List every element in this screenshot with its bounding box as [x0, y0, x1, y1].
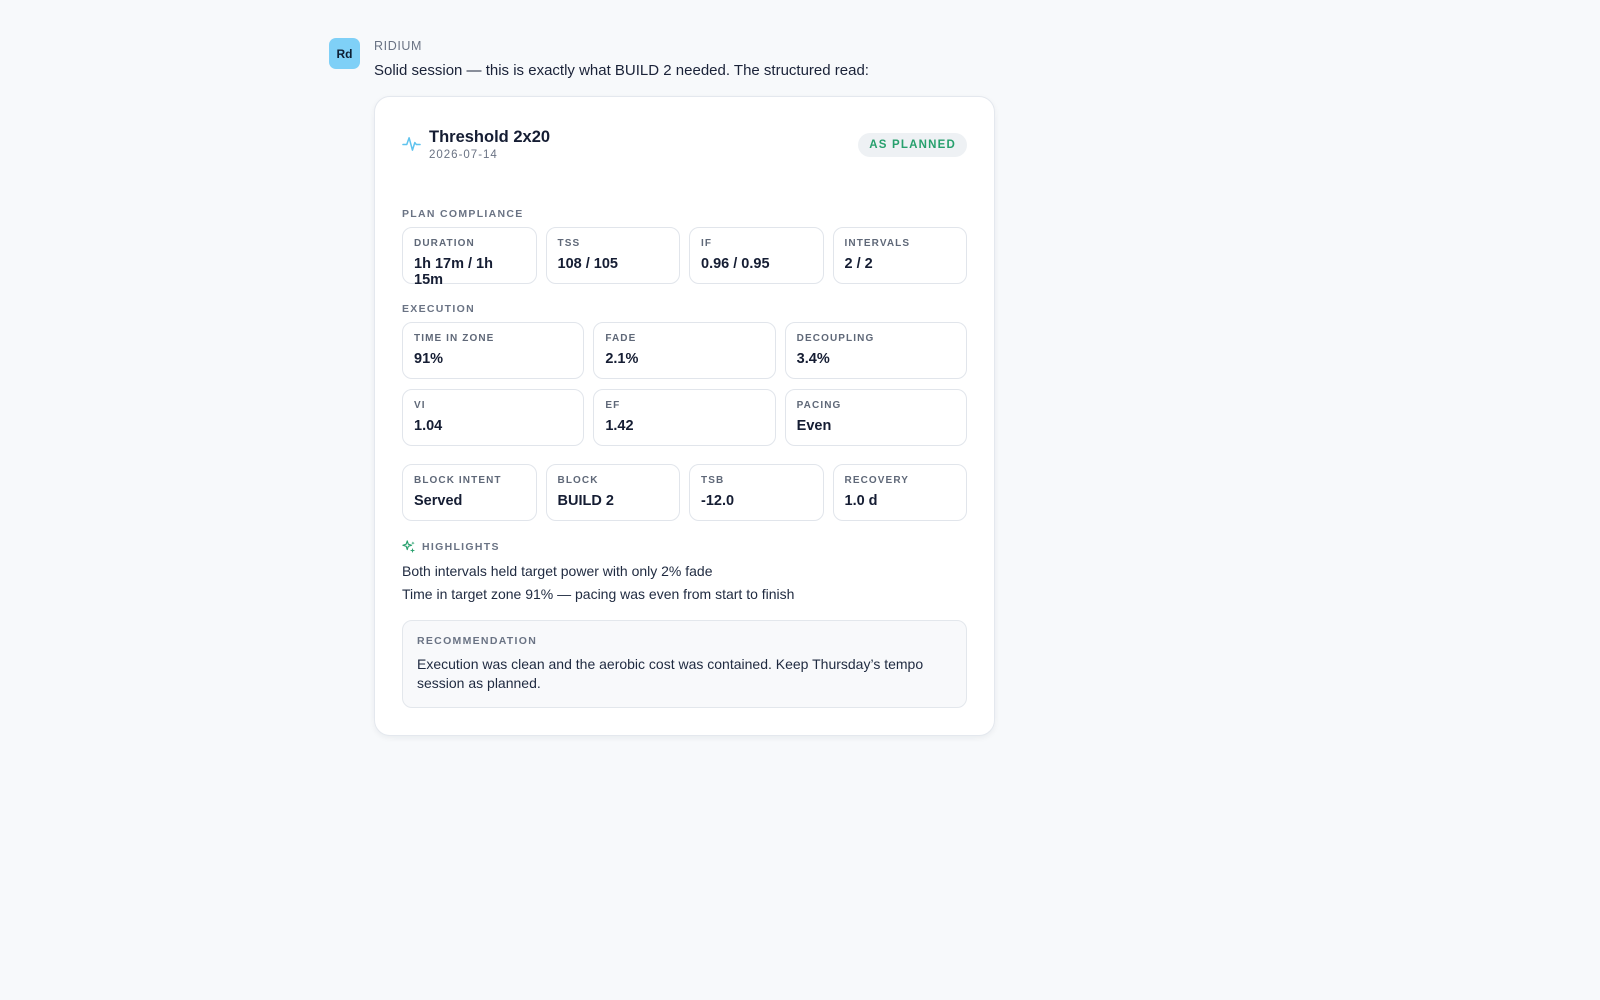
metric-value: 0.96 / 0.95: [701, 256, 770, 272]
section-label-plan-compliance: PLAN COMPLIANCE: [402, 208, 524, 220]
message-body: RIDIUM Solid session — this is exactly w…: [374, 38, 995, 736]
metric-tile-recovery: RECOVERY 1.0 d: [832, 464, 967, 521]
metric-tile-if: IF 0.96 / 0.95: [689, 227, 824, 284]
metric-label: IF: [701, 238, 713, 249]
metric-value: 1.0 d: [844, 493, 878, 509]
highlights-header: HIGHLIGHTS: [402, 540, 967, 554]
metric-value: 3.4%: [796, 351, 830, 367]
execution-grid-row-2: VI 1.04 EF 1.42 PACING Even: [402, 389, 967, 446]
card-header: Threshold 2x20 2026-07-14 AS PLANNED: [402, 127, 967, 161]
metric-label: BLOCK: [557, 475, 599, 486]
highlight-item: Both intervals held target power with on…: [402, 563, 713, 579]
metric-tile-tsb: TSB -12.0: [689, 464, 824, 521]
metric-label: TIME IN ZONE: [414, 333, 495, 344]
workout-title: Threshold 2x20: [429, 128, 551, 146]
metric-label: EF: [605, 400, 621, 411]
highlight-item: Time in target zone 91% — pacing was eve…: [402, 586, 795, 602]
sender-name: RIDIUM: [374, 39, 423, 53]
metric-label: RECOVERY: [844, 475, 910, 486]
metric-value: Even: [796, 418, 832, 434]
metric-value: 2 / 2: [844, 256, 873, 272]
section-label-recommendation: RECOMMENDATION: [417, 635, 538, 647]
workout-summary-card: Threshold 2x20 2026-07-14 AS PLANNED PLA…: [374, 96, 995, 736]
plan-compliance-grid: DURATION 1h 17m / 1h 15m TSS 108 / 105 I…: [402, 227, 967, 288]
metric-value: 1.42: [605, 418, 634, 434]
recommendation-box: RECOMMENDATION Execution was clean and t…: [402, 620, 967, 708]
metric-label: TSS: [557, 238, 581, 249]
metric-label: FADE: [605, 333, 637, 344]
metric-tile-intervals: INTERVALS 2 / 2: [832, 227, 967, 284]
avatar: Rd: [329, 38, 360, 69]
execution-grid: TIME IN ZONE 91% FADE 2.1% DECOUPLING 3.…: [402, 322, 967, 379]
metric-value: 2.1%: [605, 351, 639, 367]
metric-label: DURATION: [414, 238, 475, 249]
pulse-icon: [402, 137, 421, 151]
status-badge: AS PLANNED: [858, 133, 967, 157]
workout-date: 2026-07-14: [429, 149, 498, 161]
metric-tile-time-in-zone: TIME IN ZONE 91%: [402, 322, 585, 379]
metric-tile-block-intent: BLOCK INTENT Served: [402, 464, 537, 521]
metric-label: DECOUPLING: [796, 333, 875, 344]
metric-value: 1.04: [414, 418, 443, 434]
metric-tile-vi: VI 1.04: [402, 389, 585, 446]
metric-value: 1h 17m / 1h 15m: [414, 256, 493, 288]
section-label-execution: EXECUTION: [402, 303, 475, 315]
metric-label: BLOCK INTENT: [414, 475, 502, 486]
recommendation-text: Execution was clean and the aerobic cost…: [417, 656, 924, 691]
metric-tile-pacing: PACING Even: [784, 389, 967, 446]
metric-value: BUILD 2: [557, 493, 614, 509]
metric-tile-duration: DURATION 1h 17m / 1h 15m: [402, 227, 537, 288]
message-text: Solid session — this is exactly what BUI…: [374, 62, 869, 79]
section-label-highlights: HIGHLIGHTS: [422, 541, 500, 553]
assistant-message: Rd RIDIUM Solid session — this is exactl…: [329, 38, 995, 736]
metric-tile-tss: TSS 108 / 105: [545, 227, 680, 284]
metric-label: VI: [414, 400, 426, 411]
title-group: Threshold 2x20 2026-07-14: [402, 127, 550, 161]
metric-label: PACING: [796, 400, 842, 411]
metric-label: INTERVALS: [844, 238, 911, 249]
metric-value: -12.0: [701, 493, 735, 509]
metric-value: Served: [414, 493, 463, 509]
metric-tile-decoupling: DECOUPLING 3.4%: [784, 322, 967, 379]
metric-label: TSB: [701, 475, 725, 486]
block-grid: BLOCK INTENT Served BLOCK BUILD 2 TSB -1…: [402, 464, 967, 521]
metric-tile-ef: EF 1.42: [593, 389, 776, 446]
metric-tile-fade: FADE 2.1%: [593, 322, 776, 379]
metric-value: 91%: [414, 351, 444, 367]
metric-tile-block: BLOCK BUILD 2: [545, 464, 680, 521]
highlights-list: Both intervals held target power with on…: [402, 560, 967, 606]
sparkle-icon: [402, 540, 416, 554]
metric-value: 108 / 105: [557, 256, 618, 272]
